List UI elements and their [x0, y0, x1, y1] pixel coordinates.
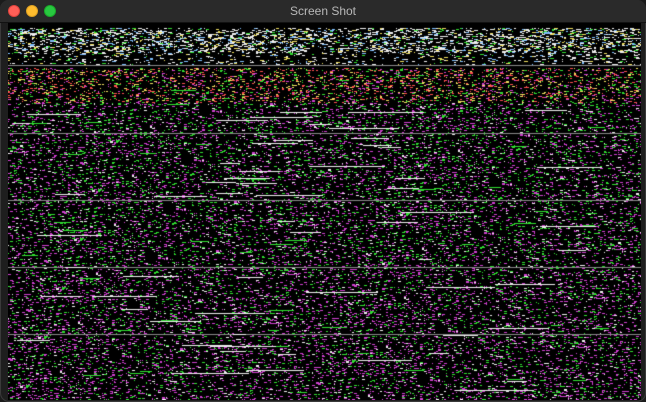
screenshot-window: Screen Shot [0, 0, 646, 402]
title-bar[interactable]: Screen Shot [0, 0, 646, 23]
glitched-image-canvas [8, 23, 641, 400]
image-viewport [8, 23, 641, 400]
window-title: Screen Shot [289, 4, 357, 18]
